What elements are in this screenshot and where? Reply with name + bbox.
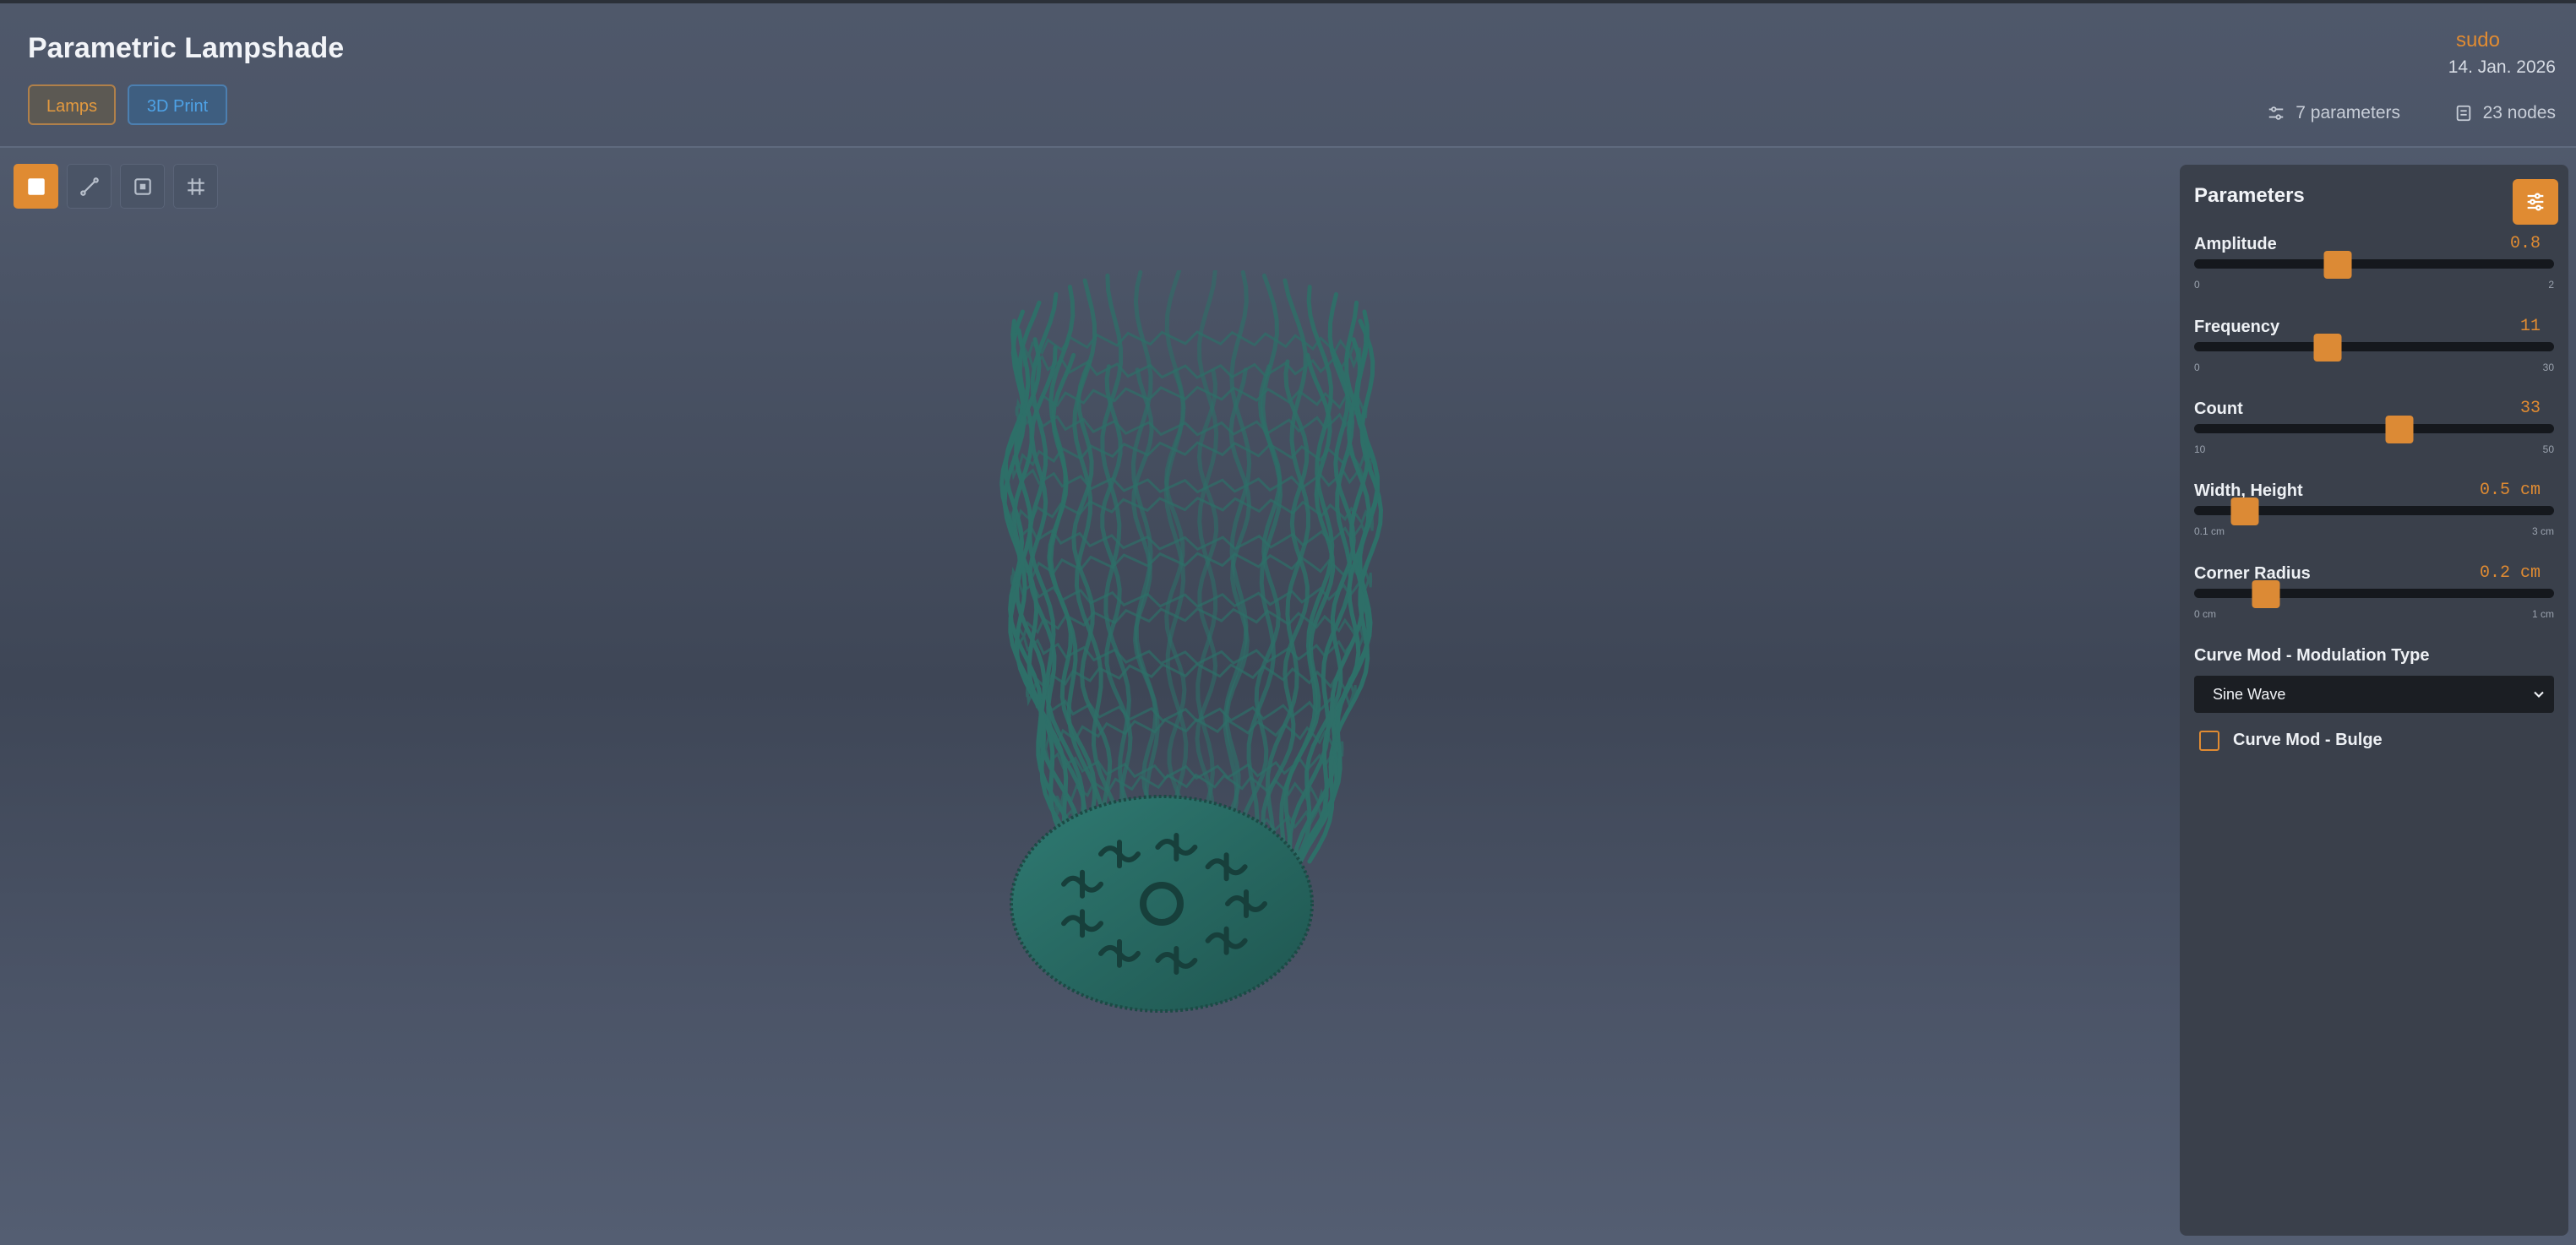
view-toolbar <box>14 164 218 209</box>
nodes-count-label: 23 nodes <box>2482 103 2556 122</box>
slider-max: 30 <box>2542 362 2554 373</box>
slider-thumb[interactable] <box>2252 580 2280 608</box>
modulation-type-select[interactable]: Sine Wave <box>2194 676 2554 713</box>
tag-3d-print[interactable]: 3D Print <box>128 84 227 125</box>
app-header: Parametric Lampshade Lamps 3D Print sudo… <box>0 0 2576 148</box>
slider-max: 1 cm <box>2531 608 2554 620</box>
param-amplitude: Amplitude 0.8 0 2 <box>2194 234 2554 302</box>
slider-thumb[interactable] <box>2230 497 2259 525</box>
panel-title: Parameters <box>2194 184 2305 207</box>
sliders-icon <box>2527 193 2544 211</box>
slider-track[interactable] <box>2194 424 2554 433</box>
slider-min: 0 <box>2194 362 2200 373</box>
param-frequency: Frequency 11 0 30 <box>2194 317 2554 385</box>
page-title: Parametric Lampshade <box>28 32 345 64</box>
modulation-type-value: Sine Wave <box>2213 686 2286 703</box>
param-count: Count 33 10 50 <box>2194 399 2554 467</box>
slider-track[interactable] <box>2194 589 2554 598</box>
points-view-icon <box>133 177 151 195</box>
slider-max: 50 <box>2542 443 2554 455</box>
slider-thumb[interactable] <box>2385 416 2414 443</box>
solid-view-icon <box>27 177 45 195</box>
slider-min: 0 cm <box>2194 608 2217 620</box>
param-value: 0.2 cm <box>2479 563 2541 583</box>
slider-thumb[interactable] <box>2313 334 2342 362</box>
param-value: 11 <box>2519 317 2541 336</box>
modulation-type-label: Curve Mod - Modulation Type <box>2194 646 2430 665</box>
param-corner-radius: Corner Radius 0.2 cm 0 cm 1 cm <box>2194 563 2554 632</box>
panel-toggle-button[interactable] <box>2513 179 2558 225</box>
tag-lamps[interactable]: Lamps <box>28 84 116 125</box>
sliders-icon <box>2269 106 2284 120</box>
param-value: 0.8 <box>2509 234 2541 253</box>
wireframe-view-button[interactable] <box>67 164 112 209</box>
slider-min: 0.1 cm <box>2194 525 2225 537</box>
slider-track[interactable] <box>2194 342 2554 351</box>
parameters-count-label: 7 parameters <box>2296 103 2400 122</box>
param-label: Frequency <box>2194 318 2280 336</box>
date-label: 14. Jan. 2026 <box>2448 57 2556 77</box>
slider-track[interactable] <box>2194 259 2554 269</box>
username[interactable]: sudo <box>2456 29 2500 52</box>
wireframe-view-icon <box>79 177 99 196</box>
param-label: Count <box>2194 400 2243 418</box>
nodes-count: 23 nodes <box>2454 103 2556 123</box>
grid-toggle-button[interactable] <box>173 164 218 209</box>
slider-max: 3 cm <box>2531 525 2554 537</box>
slider-thumb[interactable] <box>2323 251 2352 279</box>
parameters-count: 7 parameters <box>2267 103 2400 123</box>
bulge-checkbox[interactable] <box>2199 731 2219 751</box>
param-value: 33 <box>2519 399 2541 418</box>
bulge-label: Curve Mod - Bulge <box>2233 731 2383 749</box>
param-width-height: Width, Height 0.5 cm 0.1 cm 3 cm <box>2194 481 2554 549</box>
slider-min: 10 <box>2194 443 2206 455</box>
slider-max: 2 <box>2548 279 2554 291</box>
parameters-panel: Parameters Amplitude 0.8 0 2 Frequency 1… <box>2180 165 2568 1236</box>
list-icon <box>2456 105 2470 122</box>
grid-toggle-icon <box>187 177 204 195</box>
param-value: 0.5 cm <box>2479 481 2541 500</box>
param-label: Amplitude <box>2194 235 2277 253</box>
lampshade-3d-model[interactable] <box>836 270 1546 1014</box>
solid-view-button[interactable] <box>14 164 58 209</box>
slider-min: 0 <box>2194 279 2200 291</box>
points-view-button[interactable] <box>120 164 165 209</box>
chevron-down-icon <box>2534 691 2544 698</box>
